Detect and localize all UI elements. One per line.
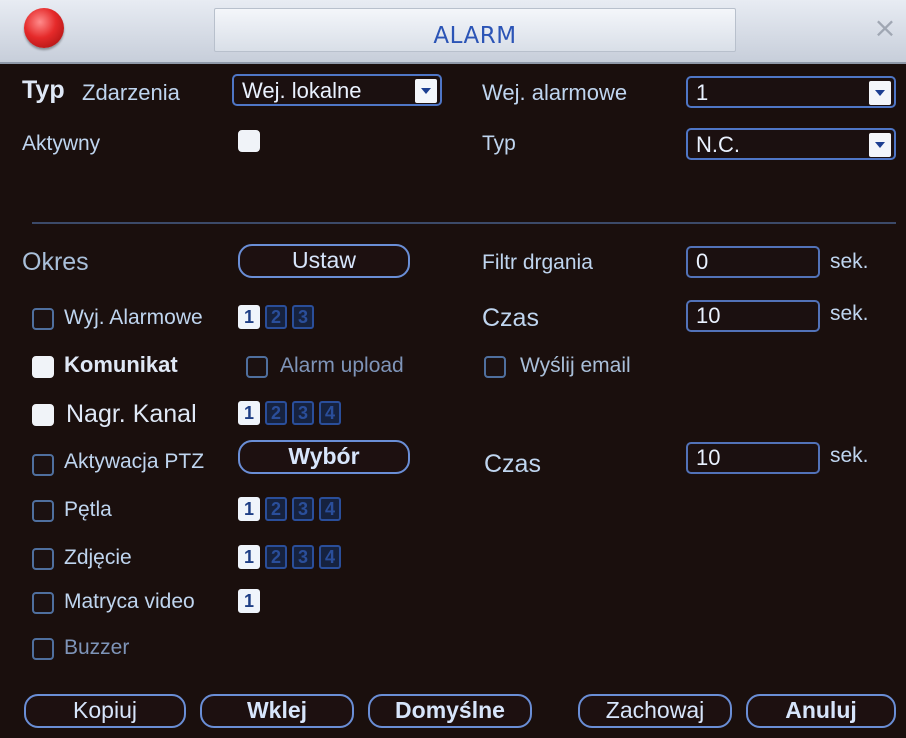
wej-alarmowe-value: 1 xyxy=(696,80,709,105)
buzzer-label: Buzzer xyxy=(64,636,130,659)
nagr-kanal-checkbox[interactable] xyxy=(32,404,54,426)
wklej-button[interactable]: Wklej xyxy=(200,694,354,728)
section-divider xyxy=(32,222,896,224)
domyslne-button[interactable]: Domyślne xyxy=(368,694,532,728)
wyj-output-1[interactable]: 1 xyxy=(238,305,260,329)
czas1-value: 10 xyxy=(696,303,721,328)
chevron-down-icon[interactable] xyxy=(869,133,891,157)
title-bar: ALARM × xyxy=(0,0,906,64)
petla-checkbox[interactable] xyxy=(32,500,54,522)
title-field: ALARM xyxy=(214,8,736,52)
matryca-channel-1[interactable]: 1 xyxy=(238,589,260,613)
wyj-alarmowe-checkbox[interactable] xyxy=(32,308,54,330)
settings-panel: Typ Zdarzenia Wej. lokalne Wej. alarmowe… xyxy=(10,64,906,738)
komunikat-checkbox[interactable] xyxy=(32,356,54,378)
alarm-upload-label: Alarm upload xyxy=(280,354,404,377)
anuluj-button[interactable]: Anuluj xyxy=(746,694,896,728)
wyslij-email-checkbox[interactable] xyxy=(484,356,506,378)
typ-prefix-label: Typ xyxy=(22,76,65,104)
ustaw-button[interactable]: Ustaw xyxy=(238,244,410,278)
window-title: ALARM xyxy=(433,23,517,49)
zdjecie-channel-1[interactable]: 1 xyxy=(238,545,260,569)
wej-alarmowe-select[interactable]: 1 xyxy=(686,76,896,108)
wybor-button[interactable]: Wybór xyxy=(238,440,410,474)
czas2-input[interactable]: 10 xyxy=(686,442,820,474)
aktywny-label: Aktywny xyxy=(22,132,101,155)
nagr-channel-3[interactable]: 3 xyxy=(292,401,314,425)
close-icon[interactable]: × xyxy=(870,12,900,44)
filtr-drgania-input[interactable]: 0 xyxy=(686,246,820,278)
typ-zdarzenia-select[interactable]: Wej. lokalne xyxy=(232,74,442,106)
matryca-video-checkbox[interactable] xyxy=(32,592,54,614)
typ-zdarzenia-value: Wej. lokalne xyxy=(242,78,362,103)
filtr-unit: sek. xyxy=(830,250,869,273)
czas2-unit: sek. xyxy=(830,444,869,467)
nagr-kanal-label: Nagr. Kanal xyxy=(66,400,197,428)
red-dot-logo-icon xyxy=(24,8,64,48)
typ2-select[interactable]: N.C. xyxy=(686,128,896,160)
nagr-channel-1[interactable]: 1 xyxy=(238,401,260,425)
ptz-checkbox[interactable] xyxy=(32,454,54,476)
alarm-upload-checkbox[interactable] xyxy=(246,356,268,378)
aktywny-checkbox[interactable] xyxy=(238,130,260,152)
filtr-drgania-value: 0 xyxy=(696,249,709,274)
chevron-down-icon[interactable] xyxy=(869,81,891,105)
wyj-output-2[interactable]: 2 xyxy=(265,305,287,329)
petla-channel-3[interactable]: 3 xyxy=(292,497,314,521)
kopiuj-button[interactable]: Kopiuj xyxy=(24,694,186,728)
czas2-value: 10 xyxy=(696,445,721,470)
czas1-unit: sek. xyxy=(830,302,869,325)
czas1-input[interactable]: 10 xyxy=(686,300,820,332)
okres-label: Okres xyxy=(22,248,89,276)
typ2-label: Typ xyxy=(482,132,516,155)
nagr-channel-4[interactable]: 4 xyxy=(319,401,341,425)
filtr-drgania-label: Filtr drgania xyxy=(482,251,593,274)
nagr-channel-2[interactable]: 2 xyxy=(265,401,287,425)
wyslij-email-label: Wyślij email xyxy=(520,354,631,377)
petla-channel-2[interactable]: 2 xyxy=(265,497,287,521)
zdjecie-label: Zdjęcie xyxy=(64,546,132,569)
wyj-output-3[interactable]: 3 xyxy=(292,305,314,329)
ptz-label: Aktywacja PTZ xyxy=(64,450,205,473)
petla-label: Pętla xyxy=(64,498,112,521)
matryca-video-label: Matryca video xyxy=(64,590,195,613)
wej-alarmowe-label: Wej. alarmowe xyxy=(482,80,628,105)
wyj-alarmowe-label: Wyj. Alarmowe xyxy=(64,306,203,329)
petla-channel-4[interactable]: 4 xyxy=(319,497,341,521)
zdjecie-channel-3[interactable]: 3 xyxy=(292,545,314,569)
typ2-value: N.C. xyxy=(696,132,740,157)
chevron-down-icon[interactable] xyxy=(415,79,437,103)
buzzer-checkbox[interactable] xyxy=(32,638,54,660)
czas1-label: Czas xyxy=(482,304,539,332)
zdjecie-channel-2[interactable]: 2 xyxy=(265,545,287,569)
zachowaj-button[interactable]: Zachowaj xyxy=(578,694,732,728)
czas2-label: Czas xyxy=(484,450,541,478)
komunikat-label: Komunikat xyxy=(64,352,178,377)
zdjecie-channel-4[interactable]: 4 xyxy=(319,545,341,569)
petla-channel-1[interactable]: 1 xyxy=(238,497,260,521)
alarm-window: ALARM × Typ Zdarzenia Wej. lokalne Wej. … xyxy=(0,0,906,738)
typ-zdarzenia-label: Zdarzenia xyxy=(82,80,180,105)
zdjecie-checkbox[interactable] xyxy=(32,548,54,570)
